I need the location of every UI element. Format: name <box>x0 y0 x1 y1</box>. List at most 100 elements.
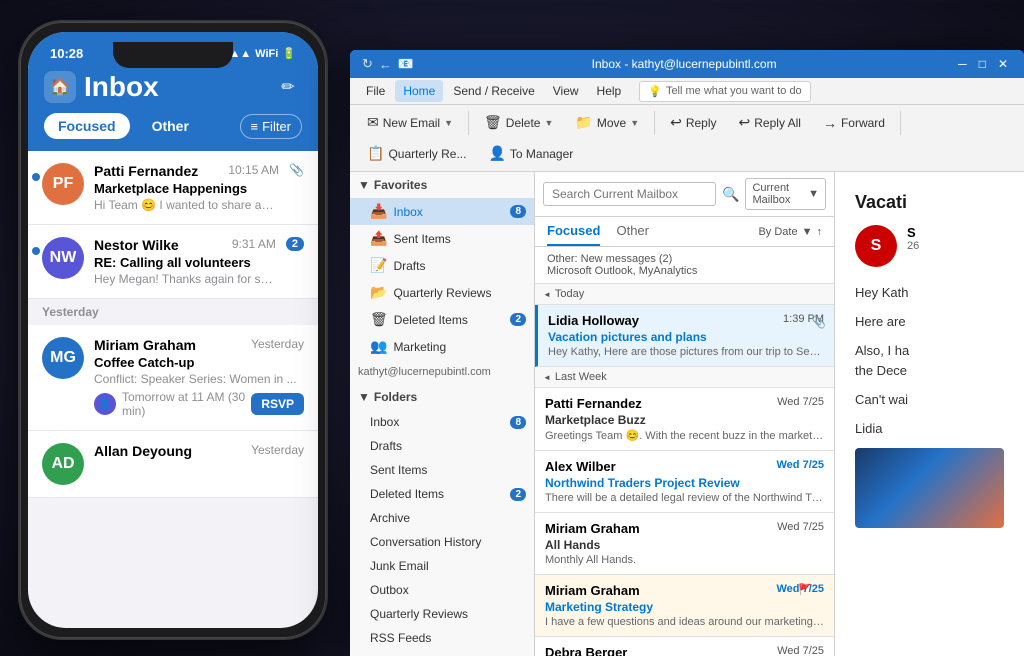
rp-line-3: Also, I hathe Dece <box>855 341 1004 383</box>
menu-send-receive[interactable]: Send / Receive <box>445 80 542 102</box>
close-button[interactable]: ✕ <box>994 57 1012 71</box>
maximize-button[interactable]: □ <box>975 57 990 71</box>
email-list-pane: 🔍 Current Mailbox ▼ Focused Other By Dat… <box>535 172 835 656</box>
minimize-button[interactable]: ─ <box>954 57 971 71</box>
folder-marketing[interactable]: 👥 Marketing <box>350 333 534 360</box>
subfolder-sent[interactable]: Sent Items <box>350 458 534 482</box>
marketing-folder-label: Marketing <box>393 340 526 354</box>
avatar-patti: PF <box>42 163 84 205</box>
toolbar-move[interactable]: 📁 Move ▼ <box>566 109 648 136</box>
phone-email-item-miriam[interactable]: MG Miriam Graham Yesterday Coffee Catch-… <box>28 325 318 431</box>
rp-date-info: 26 <box>907 240 1004 252</box>
tab-other[interactable]: Other <box>616 223 649 246</box>
toolbar-to-manager[interactable]: 👤 To Manager <box>479 140 582 167</box>
subfolder-conv[interactable]: Conversation History <box>350 530 534 554</box>
rp-line-5: Lidia <box>855 419 1004 440</box>
menu-help[interactable]: Help <box>589 80 630 102</box>
tab-focused[interactable]: Focused <box>547 223 600 246</box>
favorites-label: Favorites <box>374 178 427 192</box>
rp-sender-info: S 26 <box>907 225 1004 252</box>
phone-filter-button[interactable]: ≡ Filter <box>240 114 302 139</box>
rp-line-1: Hey Kath <box>855 283 1004 304</box>
avatar-nestor: NW <box>42 237 84 279</box>
email-header-miriam-ms: Miriam Graham Wed 7/25 <box>545 583 824 598</box>
rsvp-button[interactable]: RSVP <box>251 393 304 415</box>
toolbar-quarterly[interactable]: 📋 Quarterly Re... <box>358 140 475 167</box>
phone-email-content-nestor: Nestor Wilke 9:31 AM RE: Calling all vol… <box>94 237 276 286</box>
sort-arrow[interactable]: ▼ <box>802 226 813 238</box>
phone-subject-patti: Marketplace Happenings <box>94 181 279 196</box>
phone-email-item-allan[interactable]: AD Allan Deyoung Yesterday <box>28 431 318 498</box>
subject-lidia-today: Vacation pictures and plans <box>548 330 824 344</box>
subfolder-outbox-label: Outbox <box>370 583 526 597</box>
lastweek-label: Last Week <box>535 367 834 388</box>
quarterly-icon: 📋 <box>367 145 384 162</box>
deleted-badge: 2 <box>510 313 526 326</box>
folder-deleted[interactable]: 🗑 Deleted Items 2 <box>350 306 534 333</box>
sort-label[interactable]: By Date <box>758 226 797 238</box>
outlook-refresh-icon[interactable]: ↻ <box>362 56 373 72</box>
menu-view[interactable]: View <box>545 80 587 102</box>
time-debra: Wed 7/25 <box>777 645 824 656</box>
badge-nestor: 2 <box>286 237 304 251</box>
menu-home[interactable]: Home <box>395 80 443 102</box>
folders-section[interactable]: ▼ Folders <box>350 384 534 410</box>
email-item-alex[interactable]: Alex Wilber Wed 7/25 Northwind Traders P… <box>535 451 834 513</box>
subfolder-archive[interactable]: Archive <box>350 506 534 530</box>
subfolder-search[interactable]: ▶ Search Folders <box>350 650 534 656</box>
phone-tab-focused[interactable]: Focused <box>44 113 130 139</box>
subfolder-inbox[interactable]: Inbox 8 <box>350 410 534 434</box>
subfolder-drafts[interactable]: Drafts <box>350 434 534 458</box>
email-item-miriam-ms[interactable]: 🚩 Miriam Graham Wed 7/25 Marketing Strat… <box>535 575 834 637</box>
subfolder-inbox-badge: 8 <box>510 416 526 429</box>
toolbar-new-email[interactable]: ✉ New Email ▼ <box>358 109 462 136</box>
folders-arrow: ▼ <box>358 390 370 404</box>
phone-compose-button[interactable]: ✏ <box>274 73 302 101</box>
move-icon: 📁 <box>575 114 592 131</box>
phone-email-item-nestor[interactable]: NW Nestor Wilke 9:31 AM RE: Calling all … <box>28 225 318 299</box>
subject-miriam-ah: All Hands <box>545 538 824 552</box>
tell-me-box[interactable]: 💡 Tell me what you want to do <box>639 81 810 102</box>
subfolder-rss[interactable]: RSS Feeds <box>350 626 534 650</box>
folder-sent[interactable]: 📤 Sent Items <box>350 225 534 252</box>
folder-drafts[interactable]: 📝 Drafts <box>350 252 534 279</box>
main-content: ▼ Favorites 📥 Inbox 8 📤 Sent Items 📝 Dra… <box>350 172 1024 656</box>
email-item-patti-lw[interactable]: Patti Fernandez Wed 7/25 Marketplace Buz… <box>535 388 834 451</box>
phone-email-item-patti[interactable]: PF Patti Fernandez 10:15 AM Marketplace … <box>28 151 318 225</box>
folder-inbox[interactable]: 📥 Inbox 8 <box>350 198 534 225</box>
subfolder-outbox[interactable]: Outbox <box>350 578 534 602</box>
toolbar-reply-all[interactable]: ↩ Reply All <box>730 109 810 136</box>
outlook-back-icon[interactable]: ← <box>379 57 392 72</box>
toolbar-sep-3 <box>900 111 901 135</box>
search-icon[interactable]: 🔍 <box>722 186 739 203</box>
subfolder-quarterly[interactable]: Quarterly Reviews <box>350 602 534 626</box>
email-item-debra[interactable]: Debra Berger Wed 7/25 Time off Just talk… <box>535 637 834 656</box>
email-item-miriam-ah[interactable]: Miriam Graham Wed 7/25 All Hands Monthly… <box>535 513 834 575</box>
favorites-section[interactable]: ▼ Favorites <box>350 172 534 198</box>
reply-all-label: Reply All <box>754 116 801 130</box>
subfolder-junk[interactable]: Junk Email <box>350 554 534 578</box>
search-scope-arrow: ▼ <box>808 188 819 200</box>
inbox-folder-icon: 📥 <box>370 203 387 220</box>
toolbar-reply[interactable]: ↩ Reply <box>661 109 725 136</box>
subfolder-conv-label: Conversation History <box>370 535 526 549</box>
phone-sender-allan: Allan Deyoung <box>94 443 192 459</box>
search-input[interactable] <box>543 182 716 206</box>
search-scope[interactable]: Current Mailbox ▼ <box>745 178 826 210</box>
toolbar-forward[interactable]: → Forward <box>814 110 894 136</box>
section-yesterday: Yesterday <box>28 299 318 325</box>
menu-file[interactable]: File <box>358 80 393 102</box>
phone-tab-other[interactable]: Other <box>138 113 203 139</box>
email-item-lidia-today[interactable]: 📎 Lidia Holloway 1:39 PM Vacation pictur… <box>535 305 834 367</box>
sender-miriam-ms: Miriam Graham <box>545 583 640 598</box>
phone-header: 🏠 Inbox ✏ Focused Other ≡ Filter <box>28 65 318 151</box>
email-list-scroll: Other: New messages (2) Microsoft Outloo… <box>535 247 834 656</box>
deleted-folder-label: Deleted Items <box>394 313 505 327</box>
toolbar-delete[interactable]: 🗑 Delete ▼ <box>475 109 562 136</box>
today-text: Today <box>555 288 584 300</box>
subfolder-rss-label: RSS Feeds <box>370 631 526 645</box>
folder-quarterly[interactable]: 📂 Quarterly Reviews <box>350 279 534 306</box>
drafts-folder-icon: 📝 <box>370 257 387 274</box>
subfolder-deleted[interactable]: Deleted Items 2 <box>350 482 534 506</box>
toolbar: ✉ New Email ▼ 🗑 Delete ▼ 📁 Move ▼ ↩ Repl… <box>350 105 1024 172</box>
